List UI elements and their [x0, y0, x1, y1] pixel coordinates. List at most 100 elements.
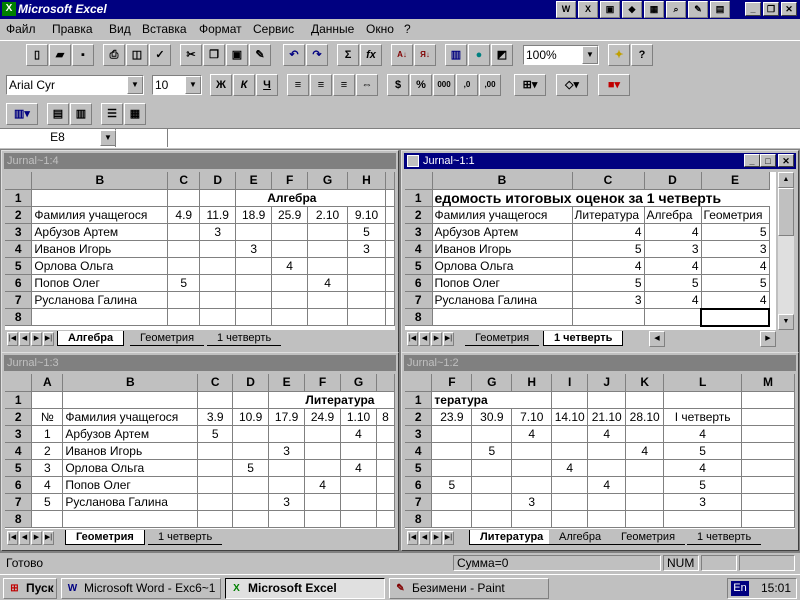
- align-right-icon[interactable]: ≡: [333, 74, 355, 96]
- cell[interactable]: [232, 391, 270, 409]
- cell[interactable]: [385, 223, 395, 241]
- cell[interactable]: [167, 308, 201, 326]
- cell[interactable]: 3: [31, 459, 64, 477]
- row-header[interactable]: 6: [405, 476, 433, 494]
- chart-wizard-icon[interactable]: ▥: [445, 44, 467, 66]
- cut-icon[interactable]: ✂: [180, 44, 202, 66]
- cell[interactable]: Фамилия учащегося: [432, 206, 573, 224]
- row-header[interactable]: 2: [5, 408, 33, 426]
- cell[interactable]: [587, 493, 627, 511]
- restore-button[interactable]: ❐: [763, 2, 779, 16]
- cell[interactable]: [663, 391, 743, 409]
- first-sheet-icon[interactable]: |◀: [7, 332, 18, 346]
- sheet-title-cell[interactable]: Литература: [268, 391, 377, 409]
- cell[interactable]: [199, 257, 237, 275]
- cell[interactable]: 5: [663, 442, 743, 460]
- cell[interactable]: [197, 442, 234, 460]
- cell[interactable]: [385, 308, 395, 326]
- cell[interactable]: [268, 510, 306, 528]
- cell[interactable]: [199, 291, 237, 309]
- cell[interactable]: Орлова Ольга: [432, 257, 573, 275]
- cell[interactable]: [511, 510, 553, 528]
- cell[interactable]: [232, 493, 270, 511]
- row-header[interactable]: 6: [5, 274, 33, 292]
- cell[interactable]: 5: [197, 425, 234, 443]
- menu-tools[interactable]: Сервис: [253, 22, 294, 36]
- start-button[interactable]: ⊞ Пуск: [3, 578, 57, 599]
- cell[interactable]: [741, 510, 795, 528]
- row-header[interactable]: 3: [5, 425, 33, 443]
- italic-button[interactable]: К: [233, 74, 255, 96]
- cell[interactable]: 21.10: [587, 408, 627, 426]
- formula-input[interactable]: [168, 129, 800, 147]
- cell[interactable]: 3: [663, 493, 743, 511]
- cell[interactable]: [271, 308, 309, 326]
- menu-window[interactable]: Окно: [366, 22, 394, 36]
- cell[interactable]: 1.10: [340, 408, 377, 426]
- office-tray-icon[interactable]: ▤: [710, 1, 730, 18]
- cell[interactable]: 3: [644, 240, 702, 258]
- cell[interactable]: [232, 425, 270, 443]
- column-header[interactable]: D: [199, 172, 237, 190]
- row-header[interactable]: 1: [5, 391, 33, 409]
- align-left-icon[interactable]: ≡: [287, 74, 309, 96]
- cell[interactable]: [471, 459, 513, 477]
- cell[interactable]: 4: [572, 257, 645, 275]
- borders-icon[interactable]: ⊞▾: [514, 74, 546, 96]
- scroll-up-icon[interactable]: ▲: [778, 172, 794, 188]
- cell[interactable]: [307, 223, 349, 241]
- chart-type-icon[interactable]: ▥▾: [6, 103, 38, 125]
- close-button[interactable]: ✕: [778, 154, 794, 167]
- row-header[interactable]: 8: [5, 510, 33, 528]
- column-header[interactable]: I: [551, 374, 589, 392]
- column-header[interactable]: C: [197, 374, 234, 392]
- autosum-icon[interactable]: Σ: [337, 44, 359, 66]
- cell[interactable]: [235, 257, 273, 275]
- cell[interactable]: Геометрия: [701, 206, 770, 224]
- tab-algebra[interactable]: Алгебра: [549, 530, 612, 545]
- cell[interactable]: Литература: [572, 206, 645, 224]
- first-sheet-icon[interactable]: |◀: [407, 332, 418, 346]
- print-icon[interactable]: ⎙: [103, 44, 125, 66]
- language-indicator[interactable]: En: [731, 581, 749, 596]
- menu-help[interactable]: ?: [404, 22, 411, 36]
- cell[interactable]: 4: [587, 476, 627, 494]
- cell[interactable]: [431, 459, 473, 477]
- cell[interactable]: 4: [307, 274, 349, 292]
- cell[interactable]: 1: [31, 425, 64, 443]
- column-header[interactable]: E: [268, 374, 306, 392]
- cell[interactable]: 28.10: [625, 408, 665, 426]
- minimize-button[interactable]: _: [744, 154, 760, 167]
- cell[interactable]: [232, 510, 270, 528]
- cell[interactable]: [167, 291, 201, 309]
- last-sheet-icon[interactable]: ▶|: [43, 332, 54, 346]
- cell[interactable]: [271, 223, 309, 241]
- select-all-corner[interactable]: [5, 172, 33, 190]
- sheet-grid[interactable]: A B C D E F G 1 Литература 2 № Фамилия учащ…: [5, 374, 395, 529]
- sheet-heading[interactable]: едомость итоговых оценок за 1 четверть: [432, 189, 769, 207]
- window-jurnal-4[interactable]: Jurnal~1:4 B C D E F G H 1 Алгебра 2 Фамил…: [1, 150, 399, 353]
- tab-geometry[interactable]: Геометрия: [465, 331, 540, 346]
- cell[interactable]: 4: [271, 257, 309, 275]
- cell[interactable]: 5: [31, 493, 64, 511]
- cell[interactable]: [625, 510, 665, 528]
- sheet-grid[interactable]: B C D E F G H 1 Алгебра 2 Фамилия учащегос…: [5, 172, 395, 330]
- cell[interactable]: [511, 459, 553, 477]
- cell[interactable]: [376, 493, 395, 511]
- cell[interactable]: Русланова Галина: [31, 291, 169, 309]
- new-icon[interactable]: ▯: [26, 44, 48, 66]
- bold-button[interactable]: Ж: [210, 74, 232, 96]
- cell[interactable]: [197, 459, 234, 477]
- cell[interactable]: Арбузов Артем: [31, 223, 169, 241]
- cell[interactable]: 14.10: [551, 408, 589, 426]
- font-select[interactable]: Arial Cyr ▼: [6, 75, 144, 95]
- cell[interactable]: [235, 223, 273, 241]
- window-jurnal-3[interactable]: Jurnal~1:3 A B C D E F G 1 Литература 2 № Ф…: [1, 352, 399, 551]
- copy-icon[interactable]: ❐: [203, 44, 225, 66]
- help-icon[interactable]: ?: [631, 44, 653, 66]
- excel-app-icon[interactable]: X: [2, 2, 16, 16]
- cell[interactable]: 4: [304, 476, 342, 494]
- name-box[interactable]: E8: [0, 129, 116, 147]
- chevron-down-icon[interactable]: ▼: [185, 76, 201, 94]
- cell[interactable]: Попов Олег: [62, 476, 199, 494]
